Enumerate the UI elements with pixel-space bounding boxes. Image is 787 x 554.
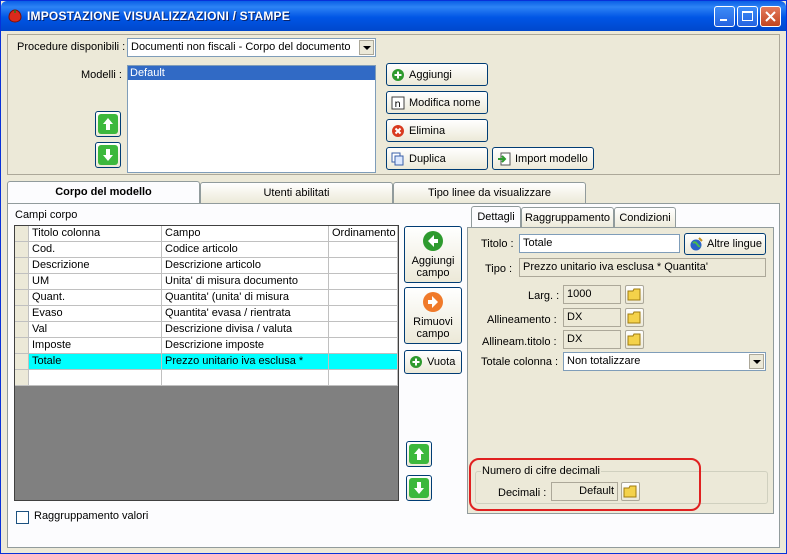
larg-label: Larg. : [528, 290, 560, 302]
tipo-field: Prezzo unitario iva esclusa * Quantita' [519, 258, 766, 277]
field-move-down-button[interactable] [406, 475, 432, 501]
table-row[interactable]: Cod. Codice articolo [15, 242, 398, 258]
procedure-value: Documenti non fiscali - Corpo del docume… [131, 41, 351, 53]
aggiungi-campo-label: Aggiungi campo [411, 255, 455, 279]
arrow-up-icon [409, 444, 429, 464]
highlight-annotation [469, 458, 701, 511]
allineam-titolo-folder-button[interactable] [625, 330, 644, 349]
allineamento-label: Allineamento : [487, 314, 557, 326]
close-icon [765, 11, 776, 22]
campi-corpo-label: Campi corpo [15, 209, 78, 221]
folder-icon [627, 288, 641, 301]
vuota-label: Vuota [427, 356, 456, 368]
add-circle-icon [392, 69, 404, 81]
table-row[interactable]: Descrizione Descrizione articolo [15, 258, 398, 274]
modifica-nome-label: Modifica nome [409, 97, 481, 109]
close-button[interactable] [760, 6, 781, 27]
elimina-button[interactable]: Elimina [386, 119, 488, 142]
main-window: IMPOSTAZIONE VISUALIZZAZIONI / STAMPE Pr… [0, 0, 787, 554]
import-modello-button[interactable]: Import modello [492, 147, 594, 170]
add-circle-icon [410, 356, 422, 368]
allineamento-folder-button[interactable] [625, 308, 644, 327]
title-bar[interactable]: IMPOSTAZIONE VISUALIZZAZIONI / STAMPE [1, 1, 786, 31]
elimina-label: Elimina [409, 125, 446, 137]
maximize-icon [742, 11, 753, 21]
titolo-label: Titolo : [481, 238, 514, 250]
rimuovi-campo-button[interactable]: Rimuovi campo [404, 287, 462, 344]
duplicate-icon [391, 152, 404, 166]
modelli-item-default[interactable]: Default [128, 66, 375, 80]
table-row[interactable]: Quant. Quantita' (unita' di misura [15, 290, 398, 306]
allineam-titolo-field[interactable]: DX [563, 330, 621, 349]
table-row[interactable]: Evaso Quantita' evasa / rientrata [15, 306, 398, 322]
rimuovi-campo-label: Rimuovi campo [413, 316, 453, 340]
totale-colonna-value: Non totalizzare [567, 355, 641, 367]
tab-condizioni[interactable]: Condizioni [614, 207, 676, 228]
totale-colonna-label: Totale colonna : [481, 356, 559, 368]
delete-icon [392, 125, 404, 137]
arrow-right-icon [423, 292, 443, 312]
tipo-label: Tipo : [485, 263, 513, 275]
window-title: IMPOSTAZIONE VISUALIZZAZIONI / STAMPE [27, 9, 290, 23]
move-down-button[interactable] [95, 142, 121, 168]
duplica-button[interactable]: Duplica [386, 147, 488, 170]
table-row[interactable]: UM Unita' di misura documento [15, 274, 398, 290]
campi-grid[interactable]: Titolo colonna Campo Ordinamento Cod. Co… [14, 225, 399, 501]
procedure-select[interactable]: Documenti non fiscali - Corpo del docume… [127, 38, 376, 57]
raggruppamento-label: Raggruppamento valori [34, 510, 149, 522]
duplica-label: Duplica [409, 153, 446, 165]
tab-utenti-abilitati[interactable]: Utenti abilitati [200, 182, 393, 203]
rename-icon: n [391, 96, 405, 110]
table-row[interactable]: Val Descrizione divisa / valuta [15, 322, 398, 338]
globe-icon [690, 237, 703, 251]
chevron-down-icon[interactable] [359, 40, 374, 55]
larg-field[interactable]: 1000 [563, 285, 621, 304]
minimize-icon [720, 19, 727, 21]
tab-corpo-del-modello[interactable]: Corpo del modello [7, 181, 200, 204]
minimize-button[interactable] [714, 6, 735, 27]
arrow-left-icon [423, 231, 443, 251]
tab-raggruppamento[interactable]: Raggruppamento [521, 207, 614, 228]
modelli-list[interactable]: Default [127, 65, 376, 173]
move-up-button[interactable] [95, 111, 121, 137]
col-ordinamento[interactable]: Ordinamento [329, 226, 398, 242]
arrow-down-icon [98, 145, 118, 165]
raggruppamento-checkbox[interactable] [16, 511, 29, 524]
altre-lingue-button[interactable]: Altre lingue [684, 233, 766, 255]
app-icon [8, 9, 22, 23]
maximize-button[interactable] [737, 6, 758, 27]
aggiungi-label: Aggiungi [409, 69, 452, 81]
table-row-selected[interactable]: Totale Prezzo unitario iva esclusa * [15, 354, 398, 370]
table-row[interactable]: Imposte Descrizione imposte [15, 338, 398, 354]
larg-folder-button[interactable] [625, 285, 644, 304]
chevron-down-icon[interactable] [749, 354, 764, 369]
col-titolo-colonna[interactable]: Titolo colonna [29, 226, 162, 242]
modelli-label: Modelli : [81, 69, 122, 81]
aggiungi-campo-button[interactable]: Aggiungi campo [404, 226, 462, 283]
altre-lingue-label: Altre lingue [707, 238, 763, 250]
vuota-button[interactable]: Vuota [404, 350, 462, 374]
folder-icon [627, 311, 641, 324]
procedure-label: Procedure disponibili : [17, 41, 126, 53]
folder-icon [627, 333, 641, 346]
modifica-nome-button[interactable]: n Modifica nome [386, 91, 488, 114]
import-icon [498, 152, 511, 166]
aggiungi-button[interactable]: Aggiungi [386, 63, 488, 86]
totale-colonna-select[interactable]: Non totalizzare [563, 352, 766, 371]
table-row-new[interactable] [15, 370, 398, 386]
import-modello-label: Import modello [515, 153, 588, 165]
tab-tipo-linee[interactable]: Tipo linee da visualizzare [393, 182, 586, 203]
tab-dettagli[interactable]: Dettagli [471, 206, 521, 227]
svg-text:n: n [395, 99, 401, 110]
titolo-field[interactable]: Totale [519, 234, 680, 253]
arrow-up-icon [98, 114, 118, 134]
grid-header: Titolo colonna Campo Ordinamento [15, 226, 398, 242]
allineam-titolo-label: Allineam.titolo : [482, 336, 557, 348]
arrow-down-icon [409, 478, 429, 498]
col-campo[interactable]: Campo [162, 226, 329, 242]
field-move-up-button[interactable] [406, 441, 432, 467]
allineamento-field[interactable]: DX [563, 308, 621, 327]
